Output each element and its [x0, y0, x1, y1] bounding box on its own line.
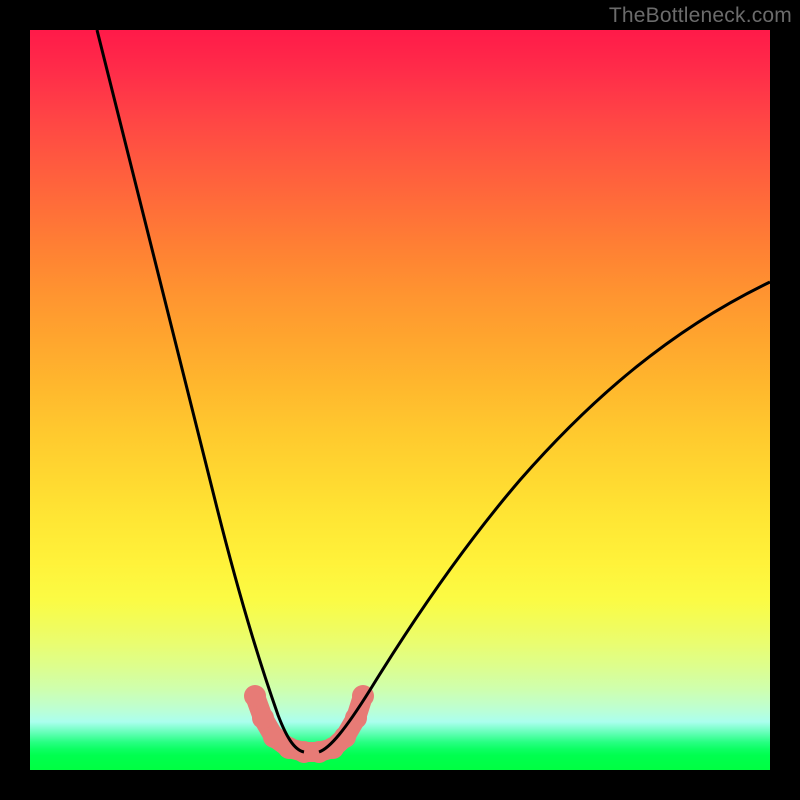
marker-dots: [244, 685, 374, 763]
v-curve-right: [319, 282, 770, 752]
chart-curves-svg: [30, 30, 770, 770]
v-curve-left: [97, 30, 304, 752]
chart-frame: TheBottleneck.com: [0, 0, 800, 800]
watermark-text: TheBottleneck.com: [609, 4, 792, 28]
